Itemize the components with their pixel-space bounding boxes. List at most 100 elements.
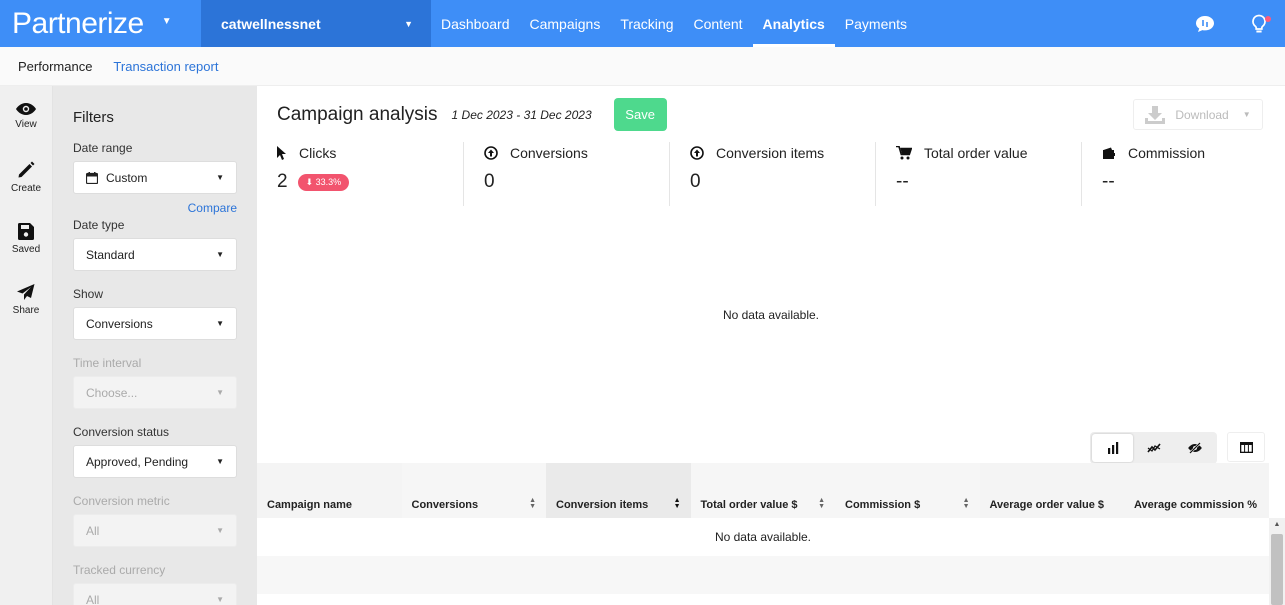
column-total-order-value[interactable]: Total order value $ ▲ ▼	[690, 463, 835, 518]
download-icon	[1145, 105, 1166, 124]
save-button[interactable]: Save	[613, 98, 667, 131]
nav-campaigns[interactable]: Campaigns	[520, 0, 611, 47]
tab-performance[interactable]: Performance	[18, 59, 92, 74]
sort-icon: ▲ ▼	[818, 497, 825, 510]
chart-empty-message: No data available.	[722, 308, 820, 322]
conversion-status-label: Conversion status	[73, 425, 170, 439]
lightbulb-icon[interactable]	[1243, 8, 1275, 40]
eye-slash-icon	[1187, 442, 1202, 454]
metric-value: 0	[690, 171, 701, 192]
nav-analytics[interactable]: Analytics	[752, 0, 836, 47]
sort-icon: ▲ ▼	[673, 497, 681, 510]
table-empty-message: No data available.	[257, 518, 1269, 556]
sub-nav: Performance Transaction report	[0, 47, 1285, 86]
caret-down-icon: ▼	[216, 595, 224, 604]
paper-plane-icon	[17, 283, 35, 300]
date-type-value: Standard	[86, 247, 135, 262]
caret-down-icon: ▼	[216, 250, 224, 259]
logo: Partnerize	[12, 6, 144, 40]
chevron-down-icon: ▼	[161, 16, 172, 27]
conversion-metric-value: All	[86, 523, 100, 538]
rail-item-saved[interactable]: Saved	[0, 208, 52, 269]
metric-total-order-value[interactable]: Total order value --	[875, 142, 1081, 206]
table-header: Campaign name Conversions ▲ ▼ Conversion …	[257, 463, 1269, 518]
time-interval-value: Choose...	[86, 385, 138, 400]
page-title: Campaign analysis	[277, 103, 438, 125]
floppy-icon	[18, 222, 34, 240]
scrollbar[interactable]: ▲	[1269, 518, 1285, 605]
bar-chart-toggle[interactable]	[1092, 434, 1133, 462]
conversion-status-select[interactable]: Approved, Pending ▼	[73, 445, 237, 478]
metric-conversion-items[interactable]: Conversion items 0	[669, 142, 875, 206]
line-chart-icon	[1146, 443, 1161, 453]
compare-link[interactable]: Compare	[73, 201, 237, 215]
column-label: Conversion items	[556, 499, 649, 511]
calendar-icon	[86, 171, 98, 184]
hide-chart-toggle[interactable]	[1174, 434, 1215, 462]
column-campaign-name[interactable]: Campaign name	[257, 463, 402, 518]
conversion-metric-select: All ▼	[73, 514, 237, 547]
download-label: Download	[1175, 107, 1229, 122]
column-conversions[interactable]: Conversions ▲ ▼	[401, 463, 546, 518]
download-button[interactable]: Download ▼	[1133, 99, 1263, 130]
tracked-currency-value: All	[86, 592, 100, 605]
scrollbar-thumb[interactable]	[1271, 534, 1283, 605]
column-settings-button[interactable]	[1227, 432, 1265, 462]
show-value: Conversions	[86, 316, 153, 331]
column-conversion-items[interactable]: Conversion items ▲ ▼	[546, 463, 691, 518]
rail-item-share[interactable]: Share	[0, 269, 52, 330]
date-range-label: Date range	[73, 141, 133, 155]
metric-label: Total order value	[924, 145, 1028, 161]
metric-clicks[interactable]: Clicks 2 ⬇ 33.3%	[277, 142, 463, 206]
caret-down-icon: ▼	[216, 173, 224, 182]
metric-conversions[interactable]: Conversions 0	[463, 142, 669, 206]
rail-item-label: Share	[12, 304, 40, 316]
column-average-commission[interactable]: Average commission %	[1124, 463, 1269, 518]
left-rail: View Create Saved Share	[0, 86, 53, 605]
tab-transaction-report[interactable]: Transaction report	[113, 59, 218, 74]
account-switcher[interactable]: catwellnessnet ▼	[201, 0, 431, 47]
sort-icon: ▲ ▼	[962, 497, 970, 510]
main-content: Campaign analysis 1 Dec 2023 - 31 Dec 20…	[257, 86, 1285, 605]
rail-item-view[interactable]: View	[0, 86, 52, 147]
sort-icon: ▲ ▼	[529, 497, 536, 510]
line-chart-toggle[interactable]	[1133, 434, 1174, 462]
bar-chart-icon	[1107, 442, 1118, 454]
account-name: catwellnessnet	[221, 15, 321, 32]
nav-payments[interactable]: Payments	[835, 0, 917, 47]
column-label: Total order value $	[700, 499, 798, 511]
chat-icon[interactable]	[1189, 8, 1221, 40]
column-average-order-value[interactable]: Average order value $	[980, 463, 1125, 518]
column-label: Average order value $	[989, 499, 1105, 511]
chevron-down-icon: ▼	[404, 18, 413, 29]
columns-icon	[1239, 441, 1253, 453]
pencil-icon	[18, 161, 35, 178]
column-label: Conversions	[411, 499, 479, 511]
caret-down-icon: ▼	[216, 457, 224, 466]
column-commission[interactable]: Commission $ ▲ ▼	[835, 463, 980, 518]
nav-tracking[interactable]: Tracking	[610, 0, 683, 47]
tracked-currency-label: Tracked currency	[73, 563, 166, 577]
chart-type-toggle	[1090, 432, 1217, 464]
rail-item-label: Create	[10, 183, 41, 194]
metric-commission[interactable]: Commission --	[1081, 142, 1285, 206]
scroll-up-icon[interactable]: ▲	[1269, 518, 1285, 528]
rail-item-label: Saved	[11, 243, 41, 255]
notification-dot	[1265, 15, 1271, 22]
show-select[interactable]: Conversions ▼	[73, 307, 237, 340]
date-range-display: 1 Dec 2023 - 31 Dec 2023	[451, 107, 592, 122]
arrow-circle-up-icon	[484, 146, 498, 160]
metric-value: --	[1102, 171, 1115, 192]
caret-down-icon: ▼	[216, 319, 224, 328]
cursor-icon	[277, 146, 286, 160]
metrics-row: Clicks 2 ⬇ 33.3% Conversions 0 Conversio…	[277, 142, 1285, 206]
nav-dashboard[interactable]: Dashboard	[431, 0, 520, 47]
cart-icon	[896, 146, 912, 160]
date-range-select[interactable]: Custom ▼	[73, 161, 237, 194]
rail-item-label: View	[15, 119, 37, 130]
brand-switcher[interactable]: Partnerize ▼	[0, 0, 201, 47]
eye-icon	[16, 103, 36, 115]
date-type-select[interactable]: Standard ▼	[73, 238, 237, 271]
nav-content[interactable]: Content	[684, 0, 753, 47]
rail-item-create[interactable]: Create	[0, 147, 52, 208]
